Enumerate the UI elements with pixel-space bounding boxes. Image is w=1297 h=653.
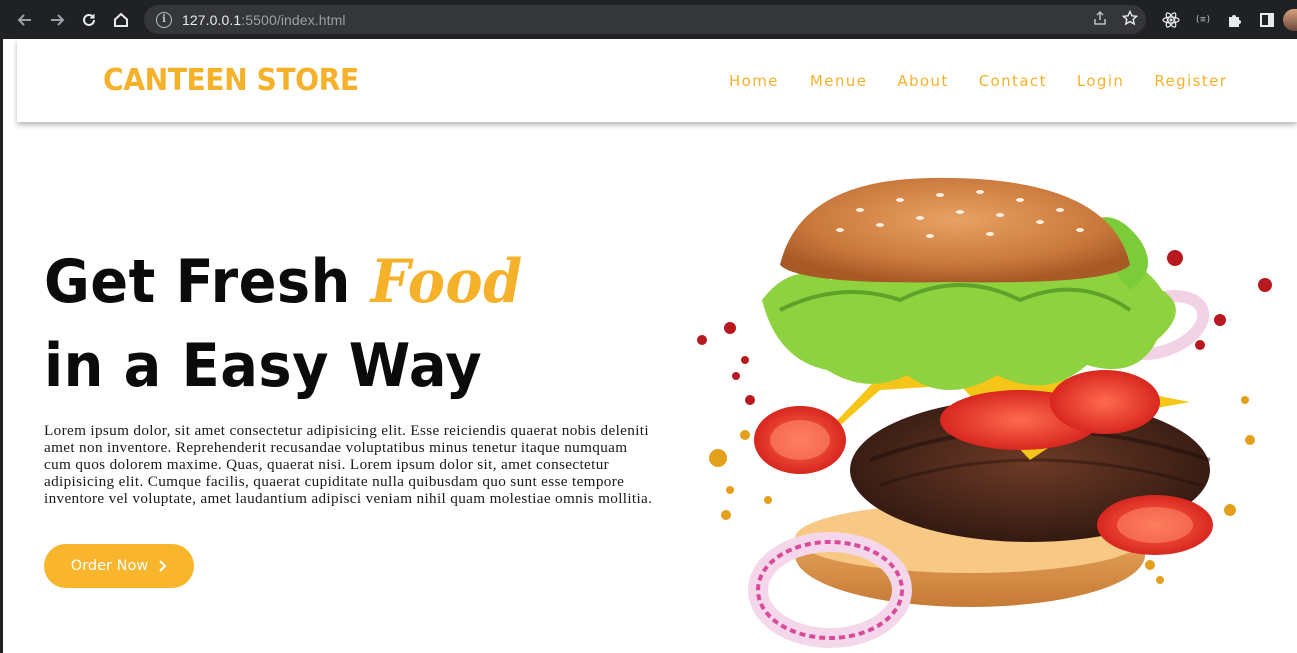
nav-link-menue[interactable]: Menue — [810, 72, 867, 90]
order-now-label: Order Now — [70, 558, 149, 574]
profile-avatar[interactable] — [1283, 8, 1297, 31]
window-edge — [0, 39, 3, 653]
site-logo[interactable]: CANTEEN STORE — [103, 63, 359, 98]
site-info-icon[interactable]: i — [156, 11, 172, 28]
site-header: CANTEEN STORE Home Menue About Contact L… — [17, 39, 1297, 122]
nav-link-contact[interactable]: Contact — [979, 72, 1047, 90]
hero-title-line-1: Get Fresh Food — [44, 247, 523, 317]
chevron-right-icon — [158, 557, 167, 576]
browser-toolbar: i 127.0.0.1:5500/index.html (≡) — [0, 0, 1297, 39]
react-devtools-icon[interactable] — [1155, 4, 1187, 36]
hero-title: Get Fresh Food in a Easy Way — [44, 240, 559, 408]
hero-title-accent: Food — [370, 247, 523, 317]
hero-title-line-2: in a Easy Way — [44, 331, 483, 401]
extension-icon[interactable]: (≡) — [1187, 4, 1219, 36]
side-panel-icon[interactable] — [1251, 4, 1283, 36]
back-arrow-icon[interactable] — [9, 4, 41, 36]
url-text[interactable]: 127.0.0.1:5500/index.html — [182, 12, 346, 28]
order-now-button[interactable]: Order Now — [44, 544, 194, 588]
forward-arrow-icon[interactable] — [41, 4, 73, 36]
reload-icon[interactable] — [73, 4, 105, 36]
nav-link-home[interactable]: Home — [729, 72, 779, 90]
nav-link-about[interactable]: About — [897, 72, 948, 90]
hero-description: Lorem ipsum dolor, sit amet consectetur … — [44, 422, 653, 507]
nav-link-register[interactable]: Register — [1154, 72, 1227, 90]
share-icon[interactable] — [1092, 10, 1108, 30]
home-icon[interactable] — [105, 4, 137, 36]
bookmark-star-icon[interactable] — [1121, 9, 1139, 30]
address-bar[interactable]: i 127.0.0.1:5500/index.html — [144, 5, 1146, 34]
nav-link-login[interactable]: Login — [1077, 72, 1124, 90]
main-nav: Home Menue About Contact Login Register — [729, 72, 1257, 90]
flying-burger-image — [697, 177, 1272, 648]
puzzle-extensions-icon[interactable] — [1219, 4, 1251, 36]
